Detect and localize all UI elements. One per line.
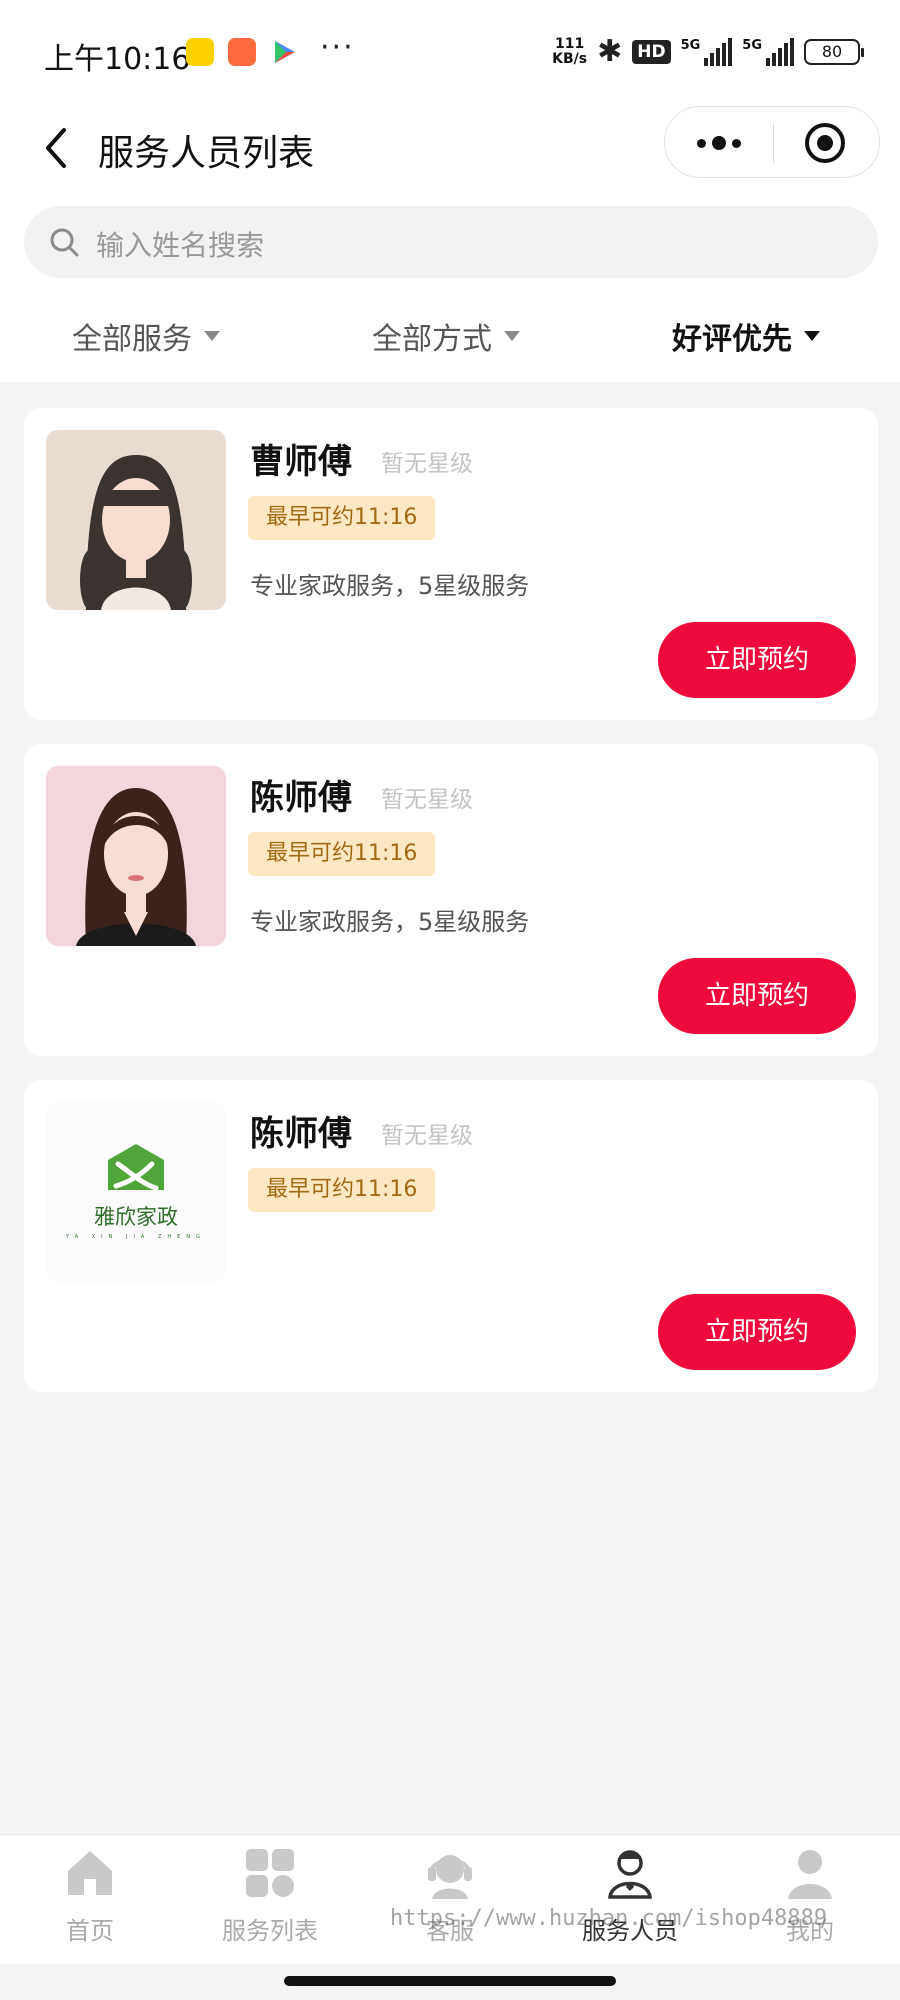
- back-icon[interactable]: [30, 120, 86, 176]
- worker-name: 曹师傅: [250, 442, 352, 482]
- net-speed-value: 111: [554, 35, 585, 52]
- dropdown-arrow-icon: [504, 331, 520, 341]
- watermark: https://www.huzhan.com/ishop48889: [390, 1906, 828, 1931]
- filter-bar: 全部服务 全部方式 好评优先: [0, 290, 900, 382]
- book-now-button[interactable]: 立即预约: [658, 622, 856, 698]
- tab-service-list[interactable]: 服务列表: [190, 1847, 350, 1957]
- mini-program-capsule: [664, 106, 880, 178]
- dropdown-arrow-icon: [204, 331, 220, 341]
- status-app-icons: [186, 38, 298, 66]
- bottom-tab-bar: 首页 服务列表 客服 服务人员 我的: [0, 1834, 900, 1964]
- nav-bar: 服务人员列表: [0, 100, 900, 200]
- tab-label: 服务列表: [222, 1917, 318, 1945]
- worker-avatar: [46, 766, 226, 946]
- filter-all-methods[interactable]: 全部方式: [372, 314, 520, 358]
- search-area: 输入姓名搜索: [0, 200, 900, 290]
- net-speed-unit: KB/s: [552, 50, 588, 67]
- earliest-time-badge: 最早可约11:16: [248, 1168, 436, 1212]
- network-type-2: 5G: [742, 37, 762, 53]
- search-icon: [50, 228, 79, 257]
- book-now-button[interactable]: 立即预约: [658, 958, 856, 1034]
- network-type-1: 5G: [680, 37, 701, 53]
- dropdown-arrow-icon: [804, 331, 820, 341]
- book-now-button[interactable]: 立即预约: [658, 1294, 856, 1370]
- more-options-icon[interactable]: [665, 107, 773, 179]
- worker-card[interactable]: 陈师傅 暂无星级 最早可约11:16 专业家政服务，5星级服务 立即预约: [24, 744, 878, 1056]
- hd-badge: HD: [632, 39, 671, 64]
- status-more-dots: ···: [320, 30, 355, 65]
- tab-home[interactable]: 首页: [10, 1847, 170, 1957]
- worker-description: 专业家政服务，5星级服务: [250, 572, 530, 600]
- play-store-icon: [275, 41, 295, 63]
- filter-label: 全部服务: [72, 322, 192, 357]
- worker-avatar: [46, 430, 226, 610]
- worker-rating: 暂无星级: [381, 1123, 473, 1149]
- page-title: 服务人员列表: [98, 133, 315, 174]
- capsule-divider: [773, 123, 774, 163]
- worker-name: 陈师傅: [250, 1114, 352, 1154]
- filter-label: 好评优先: [672, 322, 792, 357]
- earliest-time-badge: 最早可约11:16: [248, 832, 436, 876]
- user-icon: [788, 1850, 832, 1899]
- status-time: 上午10:16: [44, 42, 191, 77]
- tab-label: 首页: [66, 1917, 114, 1945]
- close-mini-program-icon[interactable]: [805, 123, 845, 163]
- search-input[interactable]: 输入姓名搜索: [24, 206, 878, 278]
- filter-label: 全部方式: [372, 322, 492, 357]
- worker-card[interactable]: 曹师傅 暂无星级 最早可约11:16 专业家政服务，5星级服务 立即预约: [24, 408, 878, 720]
- meituan-icon: [186, 38, 214, 66]
- tab-service-staff[interactable]: 服务人员: [550, 1847, 710, 1957]
- svg-text:雅欣家政: 雅欣家政: [94, 1205, 178, 1229]
- battery-icon: 80: [804, 38, 864, 65]
- net-speed: 111 KB/s: [552, 35, 588, 67]
- worker-name: 陈师傅: [250, 778, 352, 818]
- bluetooth-icon: ✱: [597, 34, 623, 69]
- company-logo: 雅欣家政 YA XIN JIA ZHENG: [46, 1102, 226, 1282]
- grid-icon: [246, 1849, 294, 1897]
- worker-rating: 暂无星级: [381, 451, 473, 477]
- worker-icon: [608, 1850, 652, 1899]
- tab-customer-service[interactable]: 客服: [370, 1847, 530, 1957]
- worker-description: 专业家政服务，5星级服务: [250, 908, 530, 936]
- worker-card[interactable]: 雅欣家政 YA XIN JIA ZHENG 陈师傅 暂无星级 最早可约11:16…: [24, 1080, 878, 1392]
- filter-all-services[interactable]: 全部服务: [72, 314, 220, 358]
- earliest-time-badge: 最早可约11:16: [248, 496, 436, 540]
- worker-rating: 暂无星级: [381, 787, 473, 813]
- filter-top-rated[interactable]: 好评优先: [672, 314, 820, 358]
- worker-avatar: 雅欣家政 YA XIN JIA ZHENG: [46, 1102, 226, 1282]
- signal-1-icon: 5G: [680, 37, 733, 66]
- home-icon: [68, 1851, 112, 1895]
- status-indicators: 111 KB/s ✱ HD 5G 5G 80: [552, 34, 864, 69]
- headset-icon: [428, 1855, 472, 1899]
- tab-profile[interactable]: 我的: [730, 1847, 890, 1957]
- home-indicator[interactable]: [284, 1976, 616, 1986]
- search-placeholder: 输入姓名搜索: [96, 229, 265, 262]
- signal-2-icon: 5G: [742, 37, 794, 66]
- mi-store-icon: [228, 38, 256, 66]
- svg-text:YA XIN JIA ZHENG: YA XIN JIA ZHENG: [65, 1234, 206, 1240]
- status-bar: 上午10:16 ··· 111 KB/s ✱ HD 5G 5G 80: [0, 0, 900, 100]
